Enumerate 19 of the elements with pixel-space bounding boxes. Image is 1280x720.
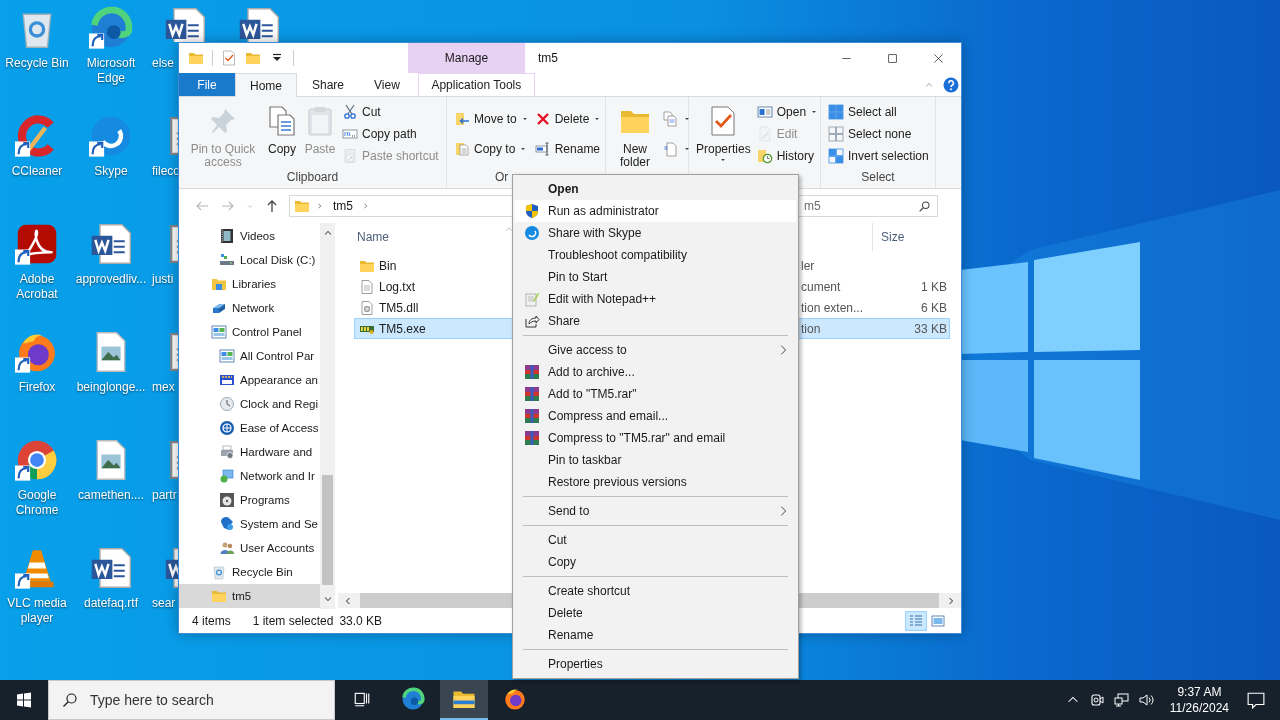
selection-size: 33.0 KB [339, 614, 383, 628]
group-label: Clipboard [286, 170, 339, 184]
group-label: Or [495, 170, 509, 184]
file-type: tion exten... [801, 300, 864, 315]
selection-info: 1 item selected [252, 614, 334, 628]
file-name: TM5.dll [379, 300, 419, 315]
file-name: Log.txt [379, 279, 416, 294]
group-label: Select [861, 170, 895, 184]
file-size: 6 KB [921, 300, 947, 315]
contextual-tab-header: Manage [408, 43, 525, 73]
file-type: ler [801, 258, 815, 273]
file-name: Bin [379, 258, 397, 273]
file-type: cument [801, 279, 841, 294]
file-size: 1 KB [921, 279, 947, 294]
item-count: 4 items [192, 614, 231, 628]
file-size: 33 KB [914, 321, 947, 336]
window-title: tm5 [537, 50, 558, 67]
file-type: tion [801, 321, 821, 336]
file-name: TM5.exe [379, 321, 426, 336]
